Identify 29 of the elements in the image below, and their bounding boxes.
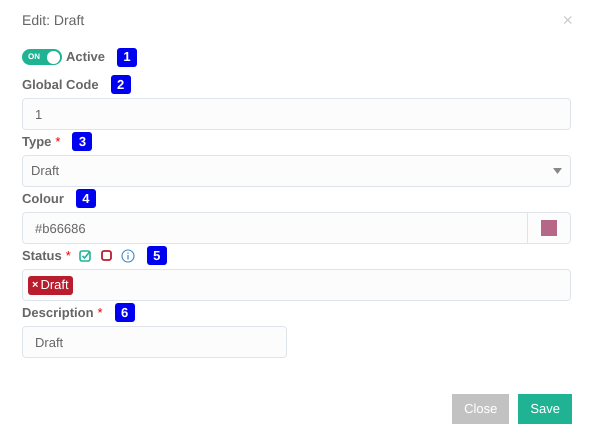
- dialog-title: Edit: Draft: [22, 10, 84, 30]
- number-badge: 2: [110, 75, 131, 94]
- input-field[interactable]: 1: [22, 98, 571, 130]
- field-label: Status: [22, 246, 62, 265]
- remove-tag-icon[interactable]: ×: [32, 276, 38, 294]
- number-badge: 6: [114, 303, 135, 322]
- select-field[interactable]: Draft: [22, 155, 571, 187]
- dropdown-caret-icon: [553, 168, 562, 174]
- status-tag[interactable]: ×Draft: [28, 276, 73, 294]
- number-badge: 1: [117, 48, 138, 66]
- required-mark: *: [66, 246, 71, 265]
- field-label: Global Code: [22, 76, 99, 94]
- tags-field[interactable]: ×Draft: [22, 269, 571, 301]
- number-badge: 5: [146, 246, 167, 265]
- number-badge: 3: [72, 132, 92, 151]
- input-field[interactable]: #b66686: [22, 212, 528, 244]
- checkbox-checked-icon[interactable]: [78, 249, 92, 262]
- required-mark: *: [98, 304, 103, 322]
- field-label: Colour: [22, 190, 64, 208]
- field-label: Description: [22, 304, 94, 322]
- input-field[interactable]: Draft: [22, 326, 287, 358]
- required-mark: *: [55, 132, 60, 151]
- number-badge: 4: [76, 189, 96, 208]
- field-label: Type: [22, 132, 52, 151]
- colour-picker-button[interactable]: [528, 212, 571, 244]
- info-icon[interactable]: [120, 248, 135, 262]
- tag-label: Draft: [40, 276, 69, 294]
- active-label: Active: [66, 48, 106, 66]
- checkbox-empty-icon[interactable]: [100, 249, 113, 262]
